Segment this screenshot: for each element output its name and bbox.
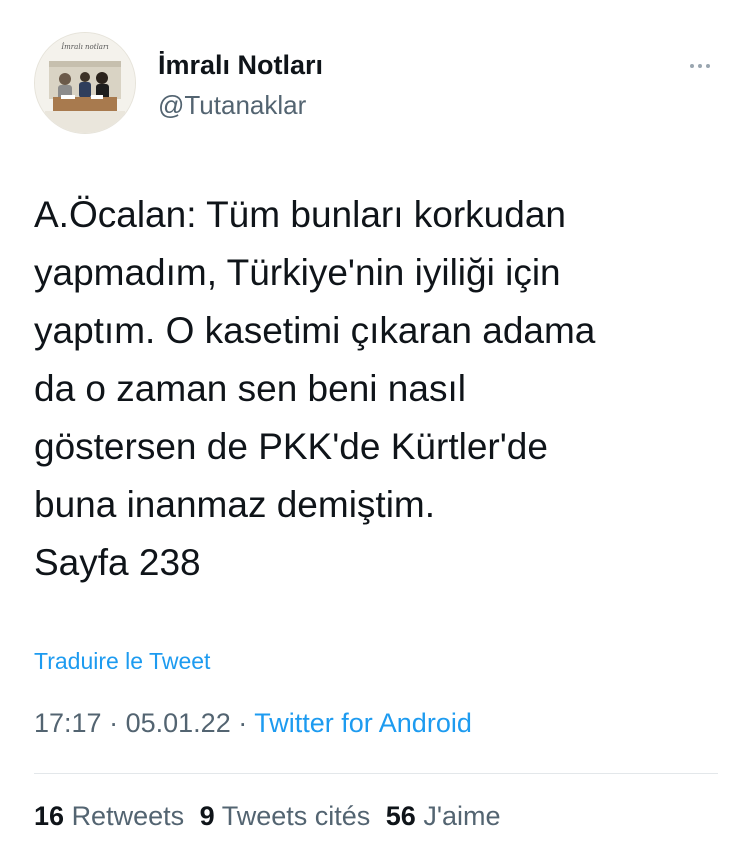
divider [34, 773, 718, 774]
more-horizontal-icon-dot [706, 64, 710, 68]
tweet-text-line: da o zaman sen beni nasıl [34, 368, 466, 409]
tweet-text: A.Öcalan: Tüm bunları korkudan yapmadım,… [34, 186, 724, 592]
tweet-text-line: buna inanmaz demiştim. [34, 484, 436, 525]
translate-tweet-link[interactable]: Traduire le Tweet [34, 648, 210, 675]
tweet-date[interactable]: 05.01.22 [126, 708, 231, 738]
likes-label: J'aime [423, 801, 501, 831]
tweet-meta: 17:17 · 05.01.22 · Twitter for Android [34, 708, 472, 739]
tweet-text-line: göstersen de PKK'de Kürtler'de [34, 426, 548, 467]
avatar-caption: İmralı notları [60, 42, 108, 51]
retweets-count: 16 [34, 801, 65, 831]
tweet-text-line: yaptım. O kasetimi çıkaran adama [34, 310, 596, 351]
tweet-source-link[interactable]: Twitter for Android [254, 708, 472, 738]
quote-tweets-label: Tweets cités [221, 801, 371, 831]
meta-separator: · [109, 708, 119, 738]
tweet-text-line: Sayfa 238 [34, 542, 201, 583]
tweet-stats: 16 Retweets 9 Tweets cités 56 J'aime [34, 801, 509, 832]
meta-separator: · [238, 708, 248, 738]
avatar-image: İmralı notları [35, 33, 135, 133]
avatar[interactable]: İmralı notları [34, 32, 136, 134]
author-name[interactable]: İmralı Notları [158, 50, 323, 81]
quote-tweets-stat[interactable]: 9 Tweets cités [200, 801, 371, 831]
author-handle[interactable]: @Tutanaklar [158, 90, 306, 121]
quote-tweets-count: 9 [199, 801, 215, 831]
more-options-button[interactable] [680, 54, 720, 78]
more-horizontal-icon-dot [698, 64, 702, 68]
tweet-text-line: yapmadım, Türkiye'nin iyiliği için [34, 252, 561, 293]
likes-stat[interactable]: 56 J'aime [386, 801, 501, 831]
tweet-text-line: A.Öcalan: Tüm bunları korkudan [34, 194, 566, 235]
retweets-label: Retweets [71, 801, 185, 831]
tweet-time[interactable]: 17:17 [34, 708, 102, 738]
retweets-stat[interactable]: 16 Retweets [34, 801, 184, 831]
likes-count: 56 [385, 801, 416, 831]
more-horizontal-icon [690, 64, 694, 68]
